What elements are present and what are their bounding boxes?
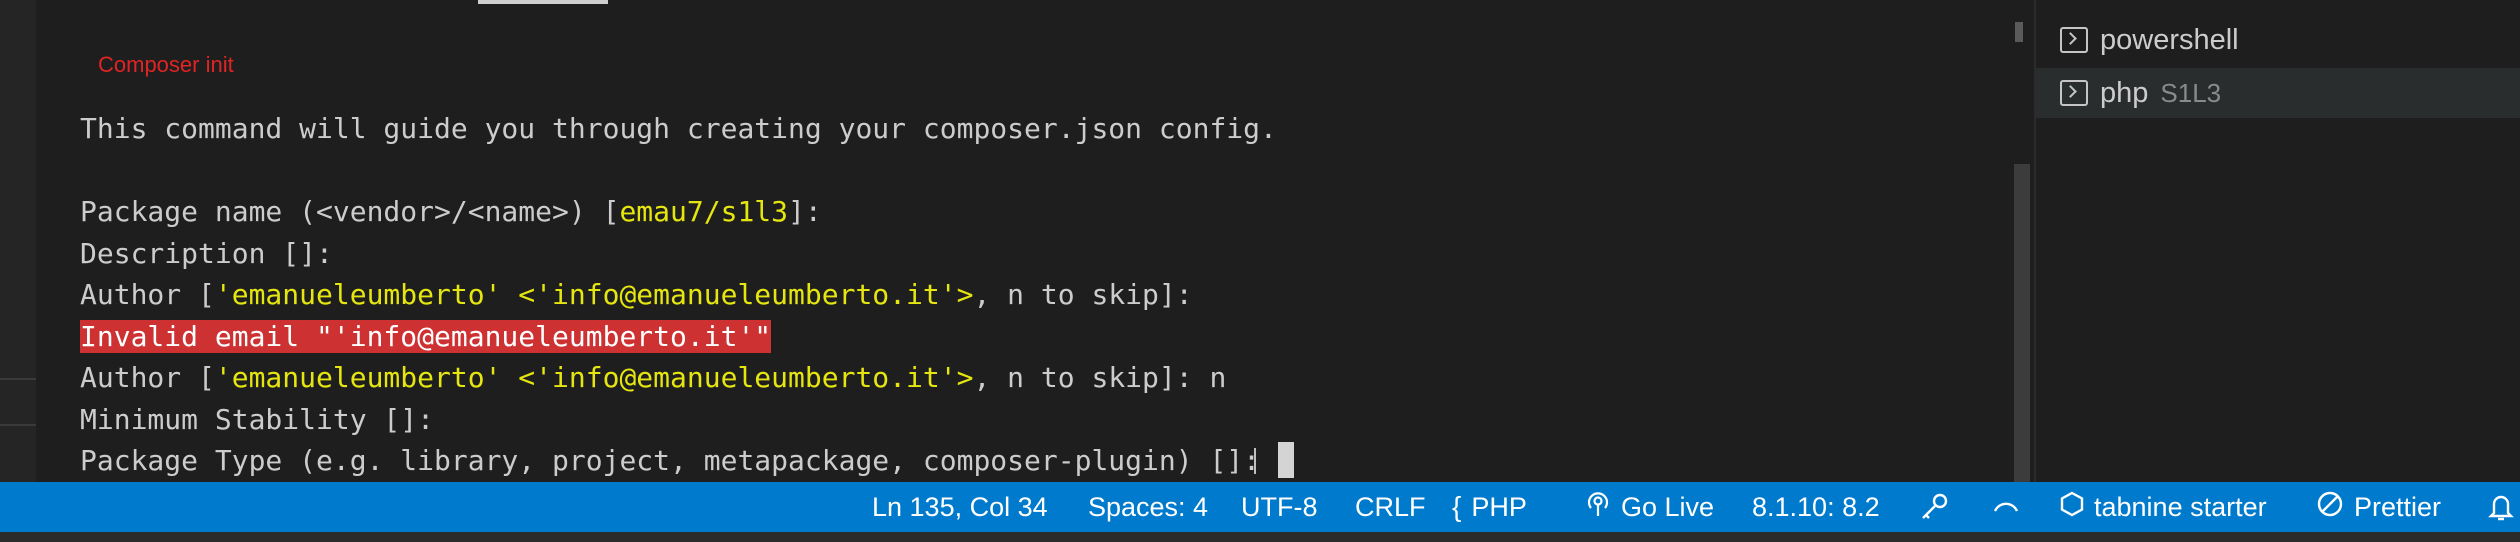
error-message: Invalid email "'info@emanueleumberto.it'… [80,319,772,353]
file-encoding[interactable]: UTF-8 [1241,482,1318,532]
bottom-strip [0,532,2520,542]
sync-icon[interactable] [1990,482,2022,532]
scroll-marker [2015,22,2023,42]
terminal-text: Minimum Stability []: [80,402,435,436]
terminal-icon [2060,27,2088,53]
terminal-text: Author [ [80,361,215,394]
broadcast-icon [1585,490,1611,525]
terminal-text: Package Type (e.g. library, project, met… [80,444,1261,477]
status-bar: Ln 135, Col 34 Spaces: 4 UTF-8 CRLF { PH… [0,482,2520,532]
tabnine-label: tabnine starter [2094,491,2267,522]
go-live-label: Go Live [1621,491,1715,522]
terminal-text: , n to skip]: [973,278,1193,311]
terminal-name: php [2100,76,2149,109]
terminal-list: powershell php S1L3 [2034,0,2520,482]
mouse-ibeam-icon [1254,448,1266,474]
terminal-line: Description []: [80,233,1294,275]
tabnine-icon [2060,491,2084,524]
terminal-line: This command will guide you through crea… [80,108,1294,150]
terminal-detail: S1L3 [2160,77,2222,108]
terminal-text: emau7/s1l3 [619,195,789,228]
gutter-divider [0,424,36,426]
terminal-name: powershell [2100,23,2239,56]
prettier-label: Prettier [2354,491,2442,522]
prettier-button[interactable]: Prettier [2316,482,2441,532]
key-icon[interactable] [1918,482,1950,532]
cursor-position[interactable]: Ln 135, Col 34 [872,482,1048,532]
terminal-line: Package Type (e.g. library, project, met… [80,440,1295,482]
terminal-text: , n to skip]: n [973,361,1227,394]
terminal-line: Minimum Stability []: [80,399,1294,441]
indentation-spaces[interactable]: Spaces: 4 [1088,482,1208,532]
terminal-panel[interactable]: Composer init This command will guide yo… [36,0,2010,482]
prettier-disabled-icon [2316,490,2344,525]
terminal-text: Package name (<vendor>/<name>) [ [80,195,620,228]
terminal-text: Description []: [80,236,333,270]
terminal-cursor [1278,442,1295,478]
terminal-line: Invalid email "'info@emanueleumberto.it'… [80,316,1294,358]
terminal-line: Package name (<vendor>/<name>) [emau7/s1… [80,191,1294,233]
left-gutter [0,0,36,482]
language-mode[interactable]: { PHP [1452,482,1527,532]
gutter-divider [0,378,36,380]
terminal-scrollbar[interactable] [2010,0,2032,482]
terminal-text: 'emanueleumberto' <'info@emanueleumberto… [214,361,974,394]
terminal-icon [2060,80,2088,106]
terminal-text: This command will guide you through crea… [80,112,1277,145]
tabnine-button[interactable]: tabnine starter [2060,482,2267,532]
terminal-text: Author [ [80,278,215,311]
go-live-button[interactable]: Go Live [1585,482,1714,532]
terminal-text: ]: [788,195,822,228]
php-version[interactable]: 8.1.10: 8.2 [1752,482,1880,532]
annotation-label: Composer init [98,52,234,77]
terminal-output[interactable]: This command will guide you through crea… [80,108,1295,482]
terminal-text: 'emanueleumberto' <'info@emanueleumberto… [214,278,974,311]
braces-icon: { [1452,491,1462,522]
end-of-line[interactable]: CRLF [1355,482,1426,532]
language-label: PHP [1471,491,1527,522]
scroll-thumb[interactable] [2014,164,2030,482]
terminal-item-powershell[interactable]: powershell [2036,15,2520,65]
terminal-line: Author ['emanueleumberto' <'info@emanuel… [80,274,1294,316]
terminal-line: Author ['emanueleumberto' <'info@emanuel… [80,357,1294,399]
notifications-bell-icon[interactable] [2486,482,2516,532]
terminal-item-php[interactable]: php S1L3 [2036,68,2520,118]
active-tab-indicator [478,0,608,4]
